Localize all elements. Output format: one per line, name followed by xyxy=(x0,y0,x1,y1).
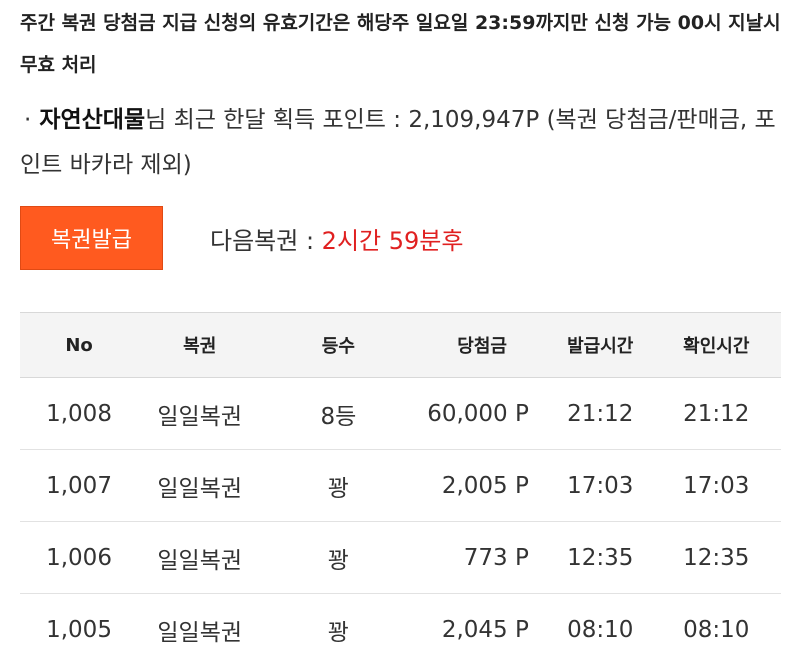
cell-ticket: 일일복권 xyxy=(138,593,262,652)
table-header-row: No 복권 등수 당첨금 발급시간 확인시간 xyxy=(20,312,781,378)
lottery-page: 주간 복권 당첨금 지급 신청의 유효기간은 해당주 일요일 23:59까지만 … xyxy=(0,0,800,652)
header-prize: 당첨금 xyxy=(415,312,549,378)
table-row: 1,006 일일복권 꽝 773 P 12:35 12:35 xyxy=(20,521,781,594)
cell-checked: 12:35 xyxy=(651,521,781,594)
cell-issued: 12:35 xyxy=(548,521,652,594)
bullet: · xyxy=(24,107,32,133)
cell-rank: 꽝 xyxy=(261,593,416,652)
cell-rank: 8등 xyxy=(261,377,416,450)
cell-prize: 2,045 P xyxy=(415,593,549,652)
next-ticket-info: 다음복권 : 2시간 59분후 xyxy=(210,221,463,256)
nickname: 자연산대물 xyxy=(39,107,146,133)
table-row: 1,007 일일복권 꽝 2,005 P 17:03 17:03 xyxy=(20,449,781,522)
cell-ticket: 일일복권 xyxy=(138,449,262,522)
cell-ticket: 일일복권 xyxy=(138,377,262,450)
issue-row: 복권발급 다음복권 : 2시간 59분후 xyxy=(20,206,463,270)
table-row: 1,008 일일복권 8등 60,000 P 21:12 21:12 xyxy=(20,377,781,450)
cell-issued: 21:12 xyxy=(548,377,652,450)
cell-issued: 08:10 xyxy=(548,593,652,652)
cell-checked: 17:03 xyxy=(651,449,781,522)
cell-no: 1,006 xyxy=(20,521,139,594)
header-issued: 발급시간 xyxy=(548,312,652,378)
cell-issued: 17:03 xyxy=(548,449,652,522)
cell-no: 1,005 xyxy=(20,593,139,652)
cell-rank: 꽝 xyxy=(261,449,416,522)
cell-prize: 773 P xyxy=(415,521,549,594)
header-ticket: 복권 xyxy=(138,312,262,378)
table-row: 1,005 일일복권 꽝 2,045 P 08:10 08:10 xyxy=(20,593,781,652)
cell-no: 1,008 xyxy=(20,377,139,450)
cell-prize: 2,005 P xyxy=(415,449,549,522)
cell-checked: 08:10 xyxy=(651,593,781,652)
header-no: No xyxy=(20,312,139,378)
header-checked: 확인시간 xyxy=(651,312,781,378)
ticket-history: No 복권 등수 당첨금 발급시간 확인시간 1,008 일일복권 8등 60,… xyxy=(20,312,781,652)
cell-prize: 60,000 P xyxy=(415,377,549,450)
next-ticket-label: 다음복권 : xyxy=(210,226,322,255)
ticket-table: No 복권 등수 당첨금 발급시간 확인시간 1,008 일일복권 8등 60,… xyxy=(20,312,781,652)
cell-checked: 21:12 xyxy=(651,377,781,450)
issue-ticket-button[interactable]: 복권발급 xyxy=(20,206,163,270)
header-rank: 등수 xyxy=(261,312,416,378)
cell-no: 1,007 xyxy=(20,449,139,522)
cell-rank: 꽝 xyxy=(261,521,416,594)
next-ticket-countdown: 2시간 59분후 xyxy=(321,226,464,255)
points-info: · 자연산대물님 최근 한달 획득 포인트 : 2,109,947P (복권 당첨… xyxy=(20,98,790,188)
cell-ticket: 일일복권 xyxy=(138,521,262,594)
validity-notice: 주간 복권 당첨금 지급 신청의 유효기간은 해당주 일요일 23:59까지만 … xyxy=(20,12,781,76)
